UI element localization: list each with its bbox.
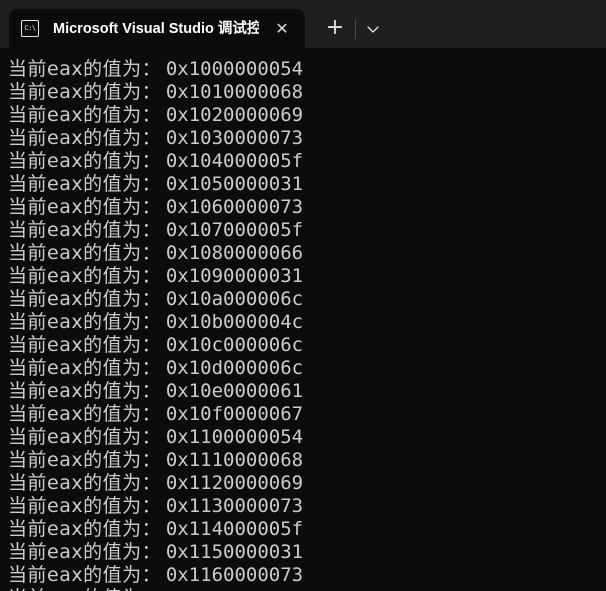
eax-value: 0x10f0000067 bbox=[165, 403, 304, 425]
console-line-label: 当前eax的值为： bbox=[8, 104, 162, 126]
console-line: 当前eax的值为： 0x10e0000061 bbox=[8, 380, 606, 403]
eax-value: 0x10d000006c bbox=[165, 357, 304, 379]
eax-value: 0x1050000031 bbox=[165, 173, 304, 195]
console-line: 当前eax的值为： 0x10d000006c bbox=[8, 357, 606, 380]
console-line: 当前eax的值为： 0x1010000068 bbox=[8, 81, 606, 104]
console-line: 当前eax的值为： 0x1050000031 bbox=[8, 173, 606, 196]
console-output: 当前eax的值为： 0x1000000054 当前eax的值为： 0x101000… bbox=[0, 48, 606, 591]
chevron-down-icon[interactable] bbox=[360, 16, 386, 42]
eax-value: 0x114000005f bbox=[165, 518, 304, 540]
new-tab-button[interactable]: + bbox=[322, 16, 348, 42]
console-line-label: 当前eax的值为： bbox=[8, 357, 162, 379]
eax-value: 0x1130000073 bbox=[165, 495, 304, 517]
eax-value: 0x10a000006c bbox=[165, 288, 304, 310]
console-line: 当前eax的值为： 0x1060000073 bbox=[8, 196, 606, 219]
console-line-label: 当前eax的值为： bbox=[8, 518, 162, 540]
eax-value: 0x1020000069 bbox=[165, 104, 304, 126]
eax-value: 0x1030000073 bbox=[165, 127, 304, 149]
terminal-icon: C:\ bbox=[21, 20, 39, 37]
console-line-label: 当前eax的值为： bbox=[8, 449, 162, 471]
eax-value: 0x10e0000061 bbox=[165, 380, 304, 402]
eax-value: 0x1110000068 bbox=[165, 449, 304, 471]
console-line-label: 当前eax的值为： bbox=[8, 311, 162, 333]
divider bbox=[355, 19, 356, 39]
console-line-label: 当前eax的值为： bbox=[8, 541, 162, 563]
console-line: 当前eax的值为： 0x10f0000067 bbox=[8, 403, 606, 426]
eax-value: 0x10c000006c bbox=[165, 334, 304, 356]
terminal-window: C:\ Microsoft Visual Studio 调试控制台 ✕ + 当前… bbox=[0, 0, 606, 591]
console-line: 当前eax的值为： 0x10b000004c bbox=[8, 311, 606, 334]
console-line-label: 当前eax的值为： bbox=[8, 242, 162, 264]
console-line-label: 当前eax的值为： bbox=[8, 587, 161, 591]
console-line: 当前eax的值为： 0x10c000006c bbox=[8, 334, 606, 357]
console-line-label: 当前eax的值为： bbox=[8, 564, 162, 586]
console-line: 当前eax的值为： 0x1100000054 bbox=[8, 426, 606, 449]
console-line-label: 当前eax的值为： bbox=[8, 403, 162, 425]
close-icon[interactable]: ✕ bbox=[271, 18, 293, 40]
title-bar: C:\ Microsoft Visual Studio 调试控制台 ✕ + bbox=[0, 0, 606, 48]
eax-value: 0x1060000073 bbox=[165, 196, 304, 218]
console-line: 当前eax的值为： 0x10a000006c bbox=[8, 288, 606, 311]
console-line: 当前eax的值为： 0x107000005f bbox=[8, 219, 606, 242]
console-line-label: 当前eax的值为： bbox=[8, 196, 162, 218]
console-line: 当前eax的值为： 0x1090000031 bbox=[8, 265, 606, 288]
console-line: 当前eax的值为： 0x104000005f bbox=[8, 150, 606, 173]
console-line-label: 当前eax的值为： bbox=[8, 58, 162, 80]
console-line-label: 当前eax的值为： bbox=[8, 219, 162, 241]
console-line: 当前eax的值为： 0x1020000069 bbox=[8, 104, 606, 127]
console-line: 当前eax的值为： bbox=[8, 587, 606, 591]
eax-value: 0x104000005f bbox=[165, 150, 304, 172]
eax-value: 0x1090000031 bbox=[165, 265, 304, 287]
console-line-label: 当前eax的值为： bbox=[8, 288, 162, 310]
console-line-label: 当前eax的值为： bbox=[8, 265, 162, 287]
console-line: 当前eax的值为： 0x1120000069 bbox=[8, 472, 606, 495]
console-line-label: 当前eax的值为： bbox=[8, 380, 162, 402]
console-line-label: 当前eax的值为： bbox=[8, 81, 162, 103]
console-line-label: 当前eax的值为： bbox=[8, 495, 162, 517]
console-line: 当前eax的值为： 0x1030000073 bbox=[8, 127, 606, 150]
console-line: 当前eax的值为： 0x1150000031 bbox=[8, 541, 606, 564]
eax-value: 0x1120000069 bbox=[165, 472, 304, 494]
console-line: 当前eax的值为： 0x1000000054 bbox=[8, 58, 606, 81]
eax-value: 0x1080000066 bbox=[165, 242, 304, 264]
tab-title: Microsoft Visual Studio 调试控制台 bbox=[53, 21, 259, 37]
eax-value: 0x1000000054 bbox=[165, 58, 304, 80]
console-line: 当前eax的值为： 0x1080000066 bbox=[8, 242, 606, 265]
tab-debug-console[interactable]: C:\ Microsoft Visual Studio 调试控制台 ✕ bbox=[9, 9, 305, 48]
eax-value: 0x10b000004c bbox=[165, 311, 304, 333]
eax-value: 0x1150000031 bbox=[165, 541, 304, 563]
eax-value: 0x1160000073 bbox=[165, 564, 304, 586]
console-line: 当前eax的值为： 0x1130000073 bbox=[8, 495, 606, 518]
console-line: 当前eax的值为： 0x1110000068 bbox=[8, 449, 606, 472]
eax-value: 0x107000005f bbox=[165, 219, 304, 241]
console-line-label: 当前eax的值为： bbox=[8, 173, 162, 195]
console-line-label: 当前eax的值为： bbox=[8, 127, 162, 149]
eax-value: 0x1010000068 bbox=[165, 81, 304, 103]
console-line: 当前eax的值为： 0x1160000073 bbox=[8, 564, 606, 587]
console-line-label: 当前eax的值为： bbox=[8, 150, 162, 172]
console-line: 当前eax的值为： 0x114000005f bbox=[8, 518, 606, 541]
console-line-label: 当前eax的值为： bbox=[8, 472, 162, 494]
console-line-label: 当前eax的值为： bbox=[8, 426, 162, 448]
console-line-label: 当前eax的值为： bbox=[8, 334, 162, 356]
eax-value: 0x1100000054 bbox=[165, 426, 304, 448]
